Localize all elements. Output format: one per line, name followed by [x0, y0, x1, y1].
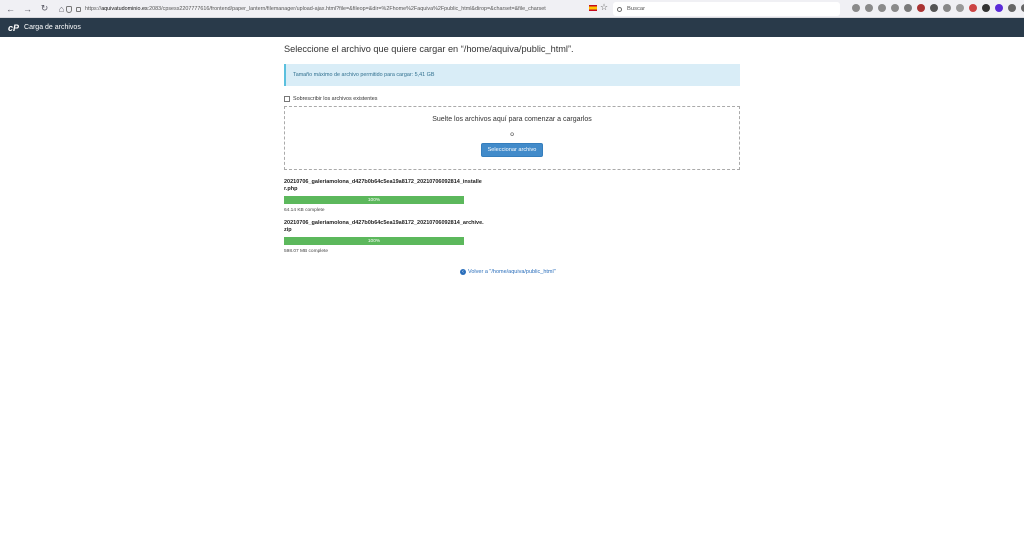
- extension-icons: [852, 4, 1024, 12]
- url-path: :2083/cpsess2207777616/frontend/paper_la…: [147, 6, 546, 12]
- account-icon[interactable]: [904, 4, 912, 12]
- upload-file-name: 20210706_galeriamolona_d427b0b64c5ea19a8…: [284, 179, 482, 192]
- drop-text: Suelte los archivos aquí para comenzar a…: [432, 116, 592, 123]
- or-text: o: [510, 131, 514, 138]
- language-flag-icon[interactable]: [589, 5, 597, 11]
- upload-progress-bar: 100%: [284, 196, 464, 204]
- max-size-text: Tamaño máximo de archivo permitido para …: [293, 72, 435, 78]
- overwrite-option[interactable]: Sobrescribir los archivos existentes: [284, 96, 740, 102]
- forward-arrow-icon[interactable]: →: [21, 2, 34, 15]
- reload-icon[interactable]: ↻: [38, 2, 51, 15]
- upload-item: 20210706_galeriamolona_d427b0b64c5ea19a8…: [284, 220, 484, 254]
- upload-progress-label: 100%: [367, 197, 381, 203]
- library-icon[interactable]: [878, 4, 886, 12]
- page-title: Seleccione el archivo que quiere cargar …: [284, 44, 574, 54]
- pocket-icon[interactable]: [852, 4, 860, 12]
- search-input[interactable]: Buscar: [613, 2, 840, 16]
- back-link-label: Volver a "/home/aquiva/public_html": [468, 269, 556, 275]
- search-icon: [617, 6, 622, 12]
- select-file-button[interactable]: Seleccionar archivo: [480, 143, 544, 157]
- search-placeholder: Buscar: [627, 6, 646, 12]
- upload-file-name: 20210706_galeriamolona_d427b0b64c5ea19a8…: [284, 220, 484, 233]
- lock-icon[interactable]: [76, 6, 81, 12]
- bookmark-star-icon[interactable]: ☆: [600, 2, 608, 13]
- back-link[interactable]: ‹ Volver a "/home/aquiva/public_html": [460, 269, 556, 275]
- extension-orange-icon[interactable]: [969, 4, 977, 12]
- url-domain: aquivatudominio.es: [101, 6, 148, 12]
- upload-status: 598.07 MB complete: [284, 249, 328, 254]
- upload-progress-label: 100%: [367, 238, 381, 244]
- back-circle-icon: ‹: [460, 269, 466, 275]
- upload-item: 20210706_galeriamolona_d427b0b64c5ea19a8…: [284, 179, 484, 213]
- overwrite-checkbox[interactable]: [284, 96, 290, 102]
- filter-icon[interactable]: [943, 4, 951, 12]
- download-icon[interactable]: [865, 4, 873, 12]
- upload-status: 64.14 KB complete: [284, 208, 325, 213]
- shield-icon[interactable]: [66, 5, 72, 13]
- extension-purple-icon[interactable]: [995, 4, 1003, 12]
- url-prefix: https://: [85, 6, 102, 12]
- address-bar[interactable]: https://aquivatudominio.es:2083/cpsess22…: [66, 3, 612, 15]
- drop-zone[interactable]: Suelte los archivos aquí para comenzar a…: [284, 106, 740, 170]
- upload-progress-bar: 100%: [284, 237, 464, 245]
- sidebar-icon[interactable]: [891, 4, 899, 12]
- extension-dark-icon[interactable]: [930, 4, 938, 12]
- back-arrow-icon[interactable]: ←: [4, 2, 17, 15]
- max-size-info: Tamaño máximo de archivo permitido para …: [284, 64, 740, 86]
- extension-red-icon[interactable]: [917, 4, 925, 12]
- upload-panel: Seleccione el archivo que quiere cargar …: [284, 44, 740, 261]
- cpanel-logo[interactable]: cP: [8, 23, 19, 33]
- app-header: cP Carga de archivos: [0, 18, 1024, 37]
- extension-gray-icon[interactable]: [956, 4, 964, 12]
- extension-black-icon[interactable]: [982, 4, 990, 12]
- app-title: Carga de archivos: [24, 24, 81, 31]
- upload-list: 20210706_galeriamolona_d427b0b64c5ea19a8…: [284, 179, 484, 254]
- overwrite-label: Sobrescribir los archivos existentes: [293, 96, 378, 102]
- extensions-puzzle-icon[interactable]: [1008, 4, 1016, 12]
